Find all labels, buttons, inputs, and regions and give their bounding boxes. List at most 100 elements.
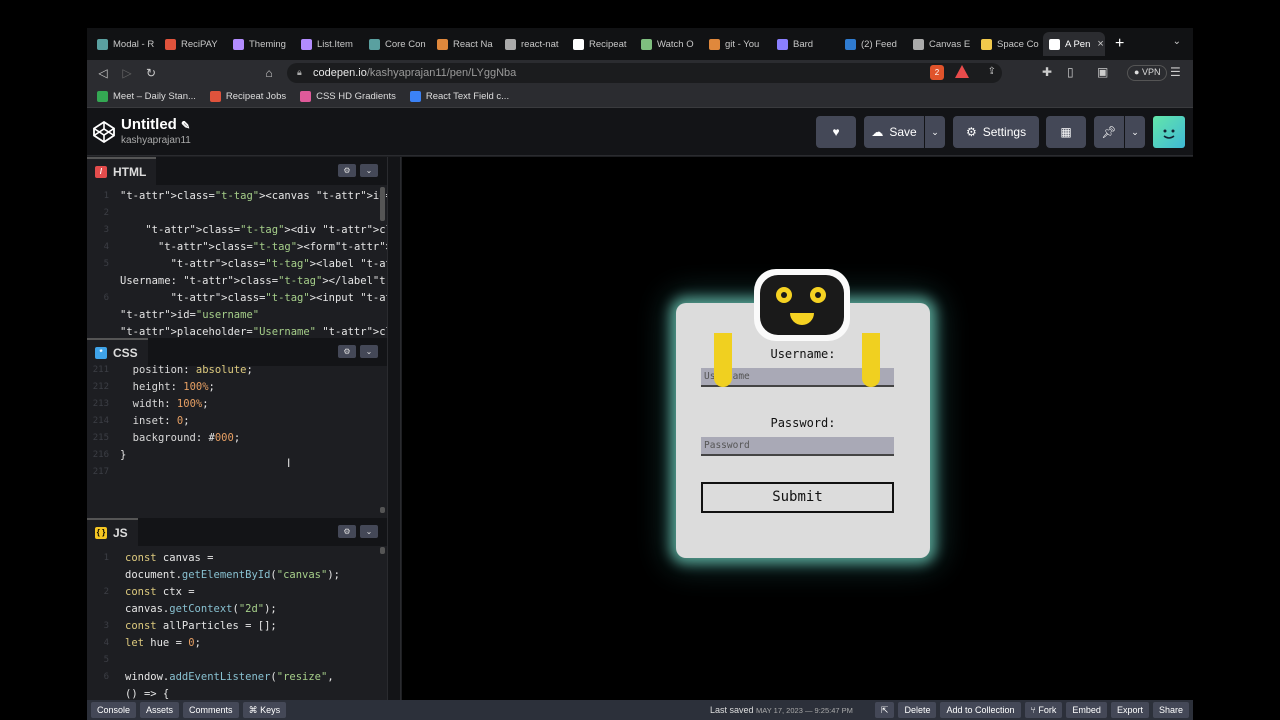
css-settings-icon[interactable]: ⚙: [338, 345, 356, 358]
codepen-logo-icon[interactable]: [93, 121, 115, 143]
change-view-button[interactable]: ▦: [1046, 116, 1086, 148]
bookmark-item[interactable]: Meet – Daily Stan...: [97, 91, 196, 102]
footer-comments-button[interactable]: Comments: [183, 702, 239, 718]
pane-resizer[interactable]: [387, 157, 401, 700]
browser-tab[interactable]: react-nat: [499, 32, 567, 56]
tab-label: Core Con: [385, 38, 426, 50]
vpn-button[interactable]: ● VPN: [1127, 65, 1168, 81]
footer-assets-button[interactable]: Assets: [140, 702, 180, 718]
save-button[interactable]: ☁ Save: [864, 116, 924, 148]
footer-delete-button[interactable]: Delete: [898, 702, 937, 718]
html-collapse-icon[interactable]: ⌄: [360, 164, 378, 177]
new-tab-button[interactable]: +: [1115, 35, 1124, 53]
footer-share-button[interactable]: Share: [1152, 702, 1189, 718]
code-line: background: #000;: [132, 432, 241, 444]
tab-list-chevron-icon[interactable]: ⌄: [1173, 36, 1181, 47]
bookmark-label: CSS HD Gradients: [316, 91, 396, 102]
bookmark-item[interactable]: React Text Field c...: [409, 91, 509, 102]
browser-tab[interactable]: Recipeat: [567, 32, 635, 56]
css-pane-label: CSS: [113, 346, 138, 360]
footer-export-button[interactable]: Export: [1110, 702, 1149, 718]
close-tab-icon[interactable]: ×: [1097, 38, 1103, 50]
browser-tab[interactable]: Core Con: [363, 32, 431, 56]
heart-icon: ♥: [832, 125, 840, 139]
browser-tab[interactable]: ReciPAY: [159, 32, 227, 56]
tab-label: react-nat: [521, 38, 559, 50]
html-pane-tab[interactable]: / HTML: [87, 157, 157, 185]
cloud-icon: ☁: [871, 125, 884, 139]
share-icon[interactable]: ⇪: [988, 66, 996, 77]
browser-tab[interactable]: Watch O: [635, 32, 703, 56]
menu-icon[interactable]: ☰: [1170, 65, 1181, 79]
browser-tab[interactable]: List.Item: [295, 32, 363, 56]
footer-fork-button[interactable]: ⑂ Fork: [1024, 702, 1063, 718]
js-settings-icon[interactable]: ⚙: [338, 525, 356, 538]
browser-tab[interactable]: Bard: [771, 32, 839, 56]
line-number: 1: [103, 191, 109, 201]
footer-keys-button[interactable]: ⌘ Keys: [242, 702, 287, 718]
footer-addtocollection-button[interactable]: Add to Collection: [940, 702, 1021, 718]
line-number: 2: [103, 587, 109, 597]
footer-console-button[interactable]: Console: [91, 702, 137, 718]
brave-shields-icon[interactable]: 2: [930, 65, 944, 80]
html-pane-label: HTML: [113, 165, 147, 179]
wallet-icon[interactable]: ▣: [1097, 65, 1108, 79]
js-code-editor[interactable]: 1 const canvas = document.getElementById("…: [87, 548, 387, 700]
pen-title[interactable]: Untitled ✎: [121, 116, 190, 133]
reload-icon[interactable]: ↻: [139, 66, 163, 80]
js-scrollbar[interactable]: [380, 547, 385, 554]
browser-tab[interactable]: git - You: [703, 32, 771, 56]
submit-button[interactable]: Submit: [701, 482, 894, 513]
browser-tab[interactable]: Canvas E: [907, 32, 975, 56]
browser-tab[interactable]: Space Co: [975, 32, 1043, 56]
forward-icon[interactable]: ▷: [115, 66, 139, 80]
line-number: 213: [92, 399, 109, 409]
open-external-icon[interactable]: ⇱: [874, 702, 895, 718]
bookmark-item[interactable]: CSS HD Gradients: [300, 91, 396, 102]
tab-label: Bard: [793, 38, 814, 50]
tab-label: A Pen: [1065, 38, 1091, 50]
heart-button[interactable]: ♥: [816, 116, 856, 148]
css-collapse-icon[interactable]: ⌄: [360, 345, 378, 358]
browser-tab[interactable]: Modal - R: [91, 32, 159, 56]
extensions-icon[interactable]: ✚: [1042, 65, 1052, 79]
back-icon[interactable]: ◁: [91, 66, 115, 80]
html-code-editor[interactable]: 1 "t-attr">class="t-tag"><canvas "t-attr"…: [87, 185, 387, 338]
bookmark-icon[interactable]: ⌂: [257, 66, 281, 80]
preview-pane: Username: Username Password: Password Su…: [402, 157, 1193, 700]
address-bar-row: ◁ ▷ ↻ ⌂ 🔒︎ codepen.io/kashyaprajan11/pen…: [87, 60, 1193, 86]
html-settings-icon[interactable]: ⚙: [338, 164, 356, 177]
js-collapse-icon[interactable]: ⌄: [360, 525, 378, 538]
line-number: 2: [103, 208, 109, 218]
pin-options-button[interactable]: ⌄: [1125, 116, 1145, 148]
browser-tab[interactable]: Theming: [227, 32, 295, 56]
bookmark-item[interactable]: Recipeat Jobs: [209, 91, 286, 102]
settings-button[interactable]: ⚙ Settings: [953, 116, 1039, 148]
url-field[interactable]: 🔒︎ codepen.io/kashyaprajan11/pen/LYggNba…: [287, 63, 1002, 83]
edit-pencil-icon[interactable]: ✎: [181, 120, 190, 132]
css-code-editor[interactable]: 211 position: absolute; 212 height: 100%;…: [87, 362, 387, 517]
line-number: 217: [92, 467, 109, 477]
brave-rewards-icon[interactable]: [955, 65, 969, 78]
browser-tab[interactable]: A Pen ×: [1043, 32, 1105, 56]
tab-favicon-icon: [709, 38, 720, 50]
layout-icon: ▦: [1060, 125, 1072, 139]
browser-tab[interactable]: (2) Feed: [839, 32, 907, 56]
browser-tab[interactable]: React Na: [431, 32, 499, 56]
chevron-down-icon: ⌄: [1131, 126, 1139, 137]
avatar[interactable]: [1153, 116, 1185, 148]
pen-author[interactable]: kashyaprajan11: [121, 135, 191, 146]
code-line: height: 100%;: [132, 381, 215, 393]
pin-button[interactable]: 📌︎: [1094, 116, 1124, 148]
bookmark-favicon-icon: [97, 91, 108, 102]
css-scrollbar[interactable]: [380, 507, 385, 513]
save-options-button[interactable]: ⌄: [925, 116, 945, 148]
js-pane-tab[interactable]: { } JS: [87, 518, 138, 546]
html-scrollbar[interactable]: [380, 187, 385, 221]
footer-embed-button[interactable]: Embed: [1066, 702, 1107, 718]
gear-icon: ⚙: [965, 125, 977, 139]
pin-icon: 📌︎: [1101, 125, 1117, 139]
tab-favicon-icon: [1049, 38, 1060, 50]
sidebar-icon[interactable]: ▯: [1067, 65, 1074, 79]
password-input[interactable]: Password: [701, 437, 894, 456]
